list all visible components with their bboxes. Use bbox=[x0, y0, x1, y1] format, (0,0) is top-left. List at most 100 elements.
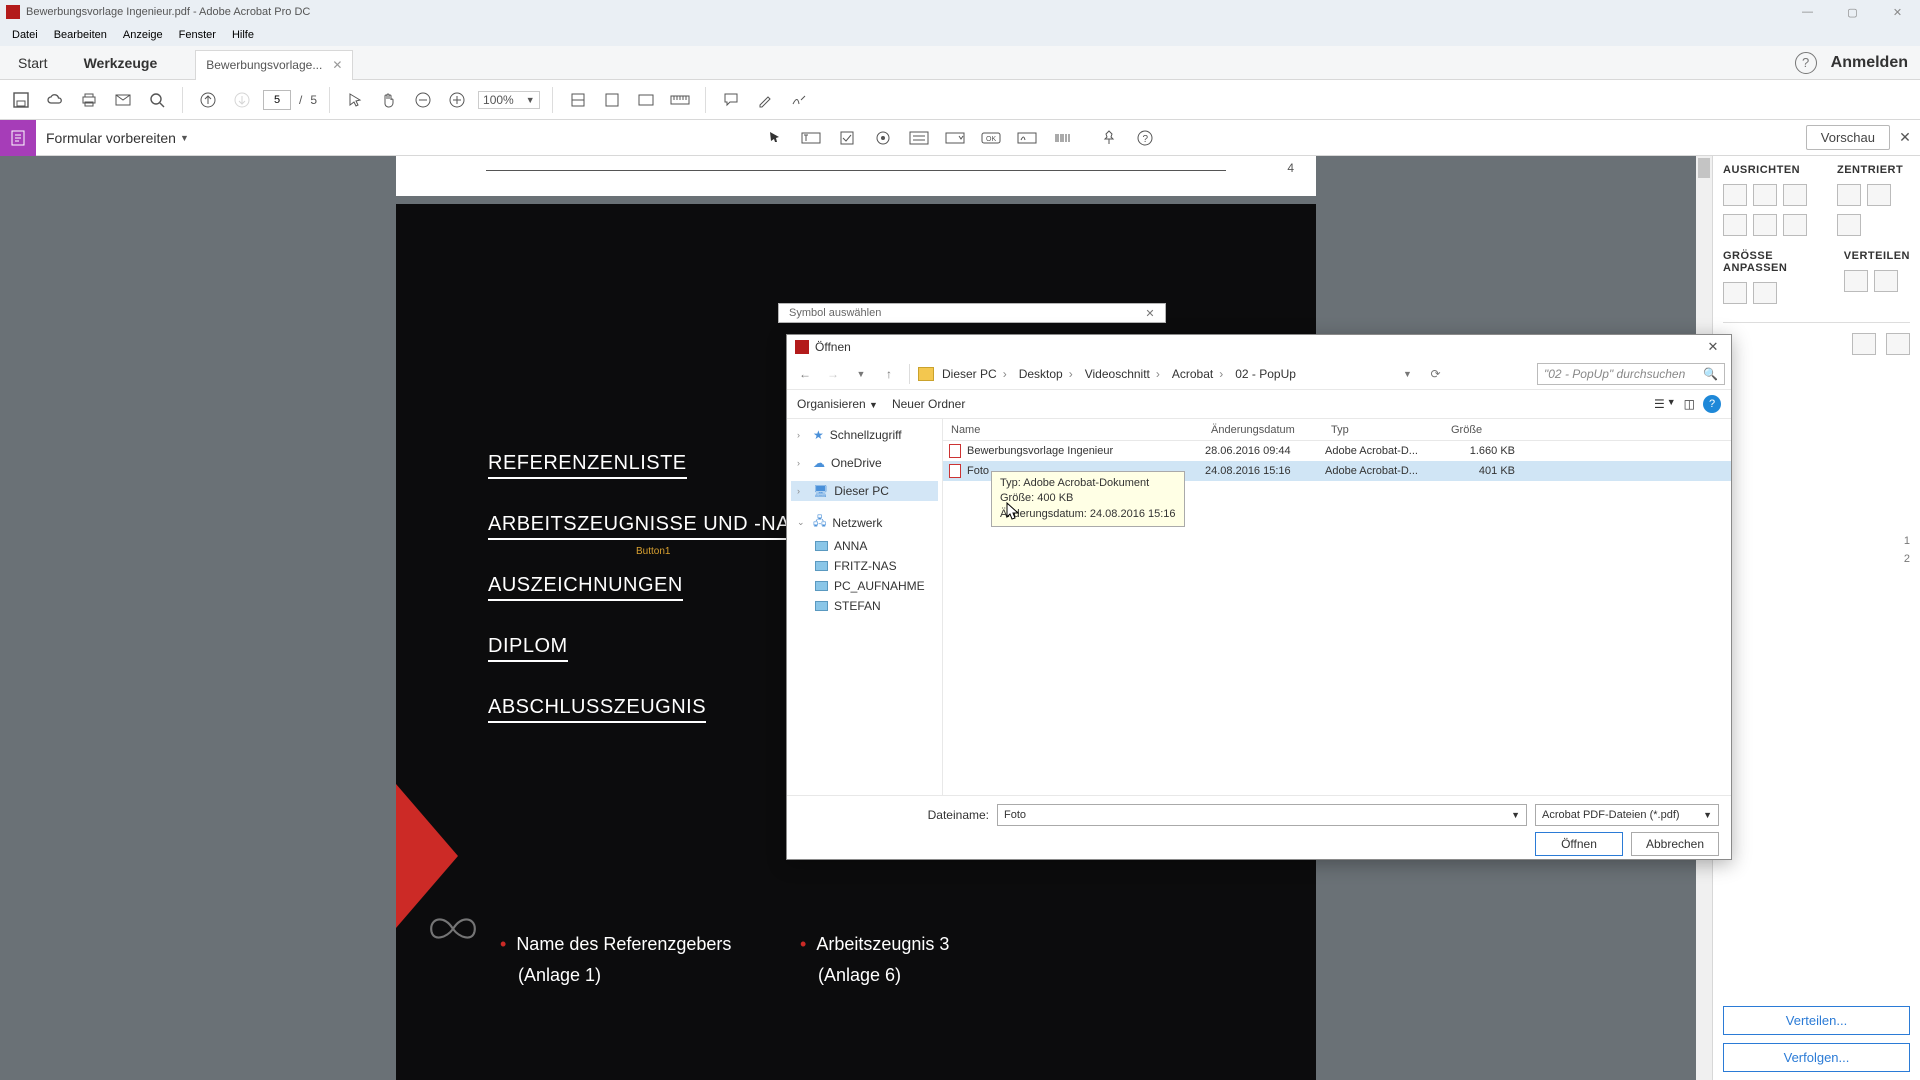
align-top-icon[interactable] bbox=[1723, 214, 1747, 236]
chevron-down-icon[interactable]: ▼ bbox=[180, 133, 189, 143]
radio-field-icon[interactable] bbox=[870, 125, 896, 151]
pin-icon[interactable] bbox=[1096, 125, 1122, 151]
filename-input[interactable]: Foto▼ bbox=[997, 804, 1527, 826]
hand-tool-icon[interactable] bbox=[376, 87, 402, 113]
print-icon[interactable] bbox=[76, 87, 102, 113]
login-link[interactable]: Anmelden bbox=[1831, 54, 1908, 72]
page-number-input[interactable] bbox=[263, 90, 291, 110]
help-icon[interactable]: ? bbox=[1795, 52, 1817, 74]
tree-item-netpc[interactable]: ANNA bbox=[791, 536, 938, 556]
zoom-out-icon[interactable] bbox=[410, 87, 436, 113]
dist-v-icon[interactable] bbox=[1874, 270, 1898, 292]
mail-icon[interactable] bbox=[110, 87, 136, 113]
tree-item-netpc[interactable]: PC_AUFNAHME bbox=[791, 576, 938, 596]
cancel-button[interactable]: Abbrechen bbox=[1631, 832, 1719, 856]
select-tool-icon[interactable] bbox=[342, 87, 368, 113]
help-icon[interactable]: ? bbox=[1703, 395, 1721, 413]
help-field-icon[interactable]: ? bbox=[1132, 125, 1158, 151]
signature-icon[interactable] bbox=[786, 87, 812, 113]
chevron-down-icon[interactable]: ▼ bbox=[849, 363, 873, 385]
reading-mode-icon[interactable] bbox=[633, 87, 659, 113]
list-field-icon[interactable] bbox=[906, 125, 932, 151]
highlight-icon[interactable] bbox=[752, 87, 778, 113]
view-options-icon[interactable]: ☰▼ bbox=[1654, 397, 1676, 411]
breadcrumb[interactable]: 02 - PopUp bbox=[1231, 367, 1306, 381]
button-field-icon[interactable]: OK bbox=[978, 125, 1004, 151]
search-input[interactable]: "02 - PopUp" durchsuchen🔍 bbox=[1537, 363, 1725, 385]
tree-item-onedrive[interactable]: ›☁OneDrive bbox=[791, 453, 938, 473]
col-type[interactable]: Typ bbox=[1323, 424, 1443, 436]
center-both-icon[interactable] bbox=[1837, 214, 1861, 236]
select-field-icon[interactable] bbox=[762, 125, 788, 151]
minimize-button[interactable]: — bbox=[1785, 0, 1830, 24]
tree-item-netpc[interactable]: STEFAN bbox=[791, 596, 938, 616]
maximize-button[interactable]: ▢ bbox=[1830, 0, 1875, 24]
signature-field-icon[interactable] bbox=[1014, 125, 1040, 151]
nav-up-icon[interactable]: ↑ bbox=[877, 363, 901, 385]
menu-file[interactable]: Datei bbox=[4, 29, 46, 41]
align-left-icon[interactable] bbox=[1723, 184, 1747, 206]
sort-desc-icon[interactable] bbox=[1886, 333, 1910, 355]
col-name[interactable]: Name bbox=[943, 424, 1203, 436]
align-middle-icon[interactable] bbox=[1753, 214, 1777, 236]
breadcrumb[interactable]: Dieser PC bbox=[938, 367, 1011, 381]
align-right-icon[interactable] bbox=[1783, 184, 1807, 206]
dist-h-icon[interactable] bbox=[1844, 270, 1868, 292]
tree-item-network[interactable]: ⌄🖧Netzwerk bbox=[791, 509, 938, 536]
new-folder-button[interactable]: Neuer Ordner bbox=[892, 397, 965, 411]
tree-item-pc[interactable]: ›🖥Dieser PC bbox=[791, 481, 938, 501]
size-width-icon[interactable] bbox=[1723, 282, 1747, 304]
col-date[interactable]: Änderungsdatum bbox=[1203, 424, 1323, 436]
form-field-label[interactable]: Button1 bbox=[636, 546, 670, 557]
align-bottom-icon[interactable] bbox=[1783, 214, 1807, 236]
page-up-icon[interactable] bbox=[195, 87, 221, 113]
ruler-icon[interactable] bbox=[667, 87, 693, 113]
distribute-button[interactable]: Verteilen... bbox=[1723, 1006, 1910, 1035]
menu-help[interactable]: Hilfe bbox=[224, 29, 262, 41]
comment-icon[interactable] bbox=[718, 87, 744, 113]
tab-tools[interactable]: Werkzeuge bbox=[66, 46, 176, 79]
menu-window[interactable]: Fenster bbox=[171, 29, 224, 41]
breadcrumb[interactable]: Acrobat bbox=[1168, 367, 1227, 381]
save-icon[interactable] bbox=[8, 87, 34, 113]
file-row[interactable]: Bewerbungsvorlage Ingenieur 28.06.2016 0… bbox=[943, 441, 1731, 461]
filetype-select[interactable]: Acrobat PDF-Dateien (*.pdf)▼ bbox=[1535, 804, 1719, 826]
refresh-icon[interactable]: ⟳ bbox=[1423, 363, 1447, 385]
checkbox-field-icon[interactable] bbox=[834, 125, 860, 151]
size-height-icon[interactable] bbox=[1753, 282, 1777, 304]
open-dialog-close-icon[interactable]: ✕ bbox=[1695, 339, 1731, 355]
breadcrumb[interactable]: Videoschnitt bbox=[1081, 367, 1164, 381]
tab-start[interactable]: Start bbox=[0, 46, 66, 79]
open-button[interactable]: Öffnen bbox=[1535, 832, 1623, 856]
close-formbar-icon[interactable]: ✕ bbox=[1890, 129, 1920, 146]
zoom-select[interactable]: 100%▼ bbox=[478, 91, 540, 109]
file-list[interactable]: Name Änderungsdatum Typ Größe Bewerbungs… bbox=[943, 419, 1731, 795]
text-field-icon[interactable] bbox=[798, 125, 824, 151]
menu-view[interactable]: Anzeige bbox=[115, 29, 171, 41]
nav-back-icon[interactable]: ← bbox=[793, 363, 817, 385]
organize-menu[interactable]: Organisieren ▼ bbox=[797, 397, 878, 411]
col-size[interactable]: Größe bbox=[1443, 424, 1523, 436]
tab-document[interactable]: Bewerbungsvorlage... ✕ bbox=[195, 50, 353, 80]
preview-button[interactable]: Vorschau bbox=[1806, 125, 1890, 150]
preview-pane-icon[interactable]: ◫ bbox=[1684, 397, 1695, 411]
tab-close-icon[interactable]: ✕ bbox=[332, 58, 342, 72]
track-button[interactable]: Verfolgen... bbox=[1723, 1043, 1910, 1072]
center-v-icon[interactable] bbox=[1867, 184, 1891, 206]
breadcrumb[interactable]: Desktop bbox=[1015, 367, 1077, 381]
zoom-in-icon[interactable] bbox=[444, 87, 470, 113]
fit-page-icon[interactable] bbox=[599, 87, 625, 113]
center-h-icon[interactable] bbox=[1837, 184, 1861, 206]
nav-forward-icon[interactable]: → bbox=[821, 363, 845, 385]
fit-width-icon[interactable] bbox=[565, 87, 591, 113]
folder-tree[interactable]: ›★Schnellzugriff ›☁OneDrive ›🖥Dieser PC … bbox=[787, 419, 943, 795]
barcode-field-icon[interactable] bbox=[1050, 125, 1076, 151]
search-icon[interactable] bbox=[144, 87, 170, 113]
tree-item-quickaccess[interactable]: ›★Schnellzugriff bbox=[791, 425, 938, 445]
symbol-dialog-close-icon[interactable]: ✕ bbox=[1135, 307, 1165, 320]
chevron-down-icon[interactable]: ▼ bbox=[1395, 363, 1419, 385]
sort-asc-icon[interactable] bbox=[1852, 333, 1876, 355]
dropdown-field-icon[interactable] bbox=[942, 125, 968, 151]
tree-item-netpc[interactable]: FRITZ-NAS bbox=[791, 556, 938, 576]
page-down-icon[interactable] bbox=[229, 87, 255, 113]
